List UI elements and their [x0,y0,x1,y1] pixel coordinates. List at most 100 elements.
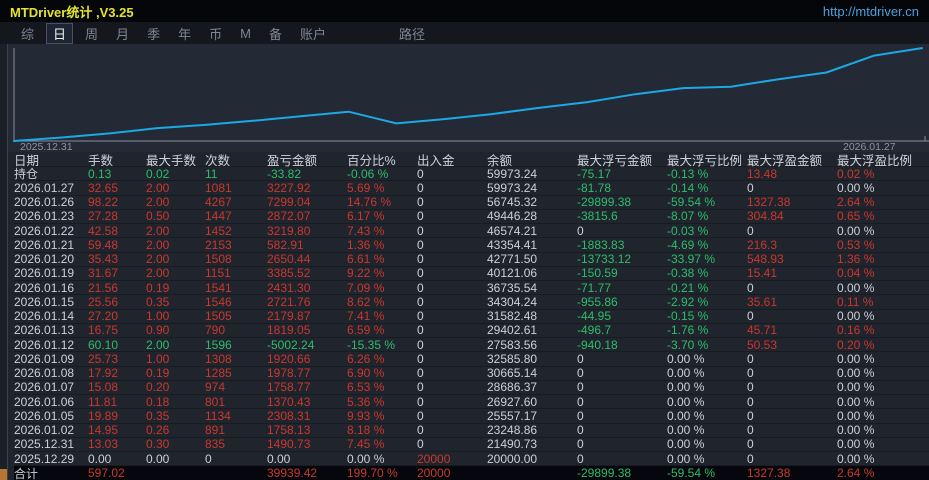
left-scrollbar-track[interactable] [0,44,8,480]
cell: 0.19 [146,366,170,381]
cell: 2026.01.09 [14,351,75,366]
cell: 28686.37 [487,380,538,395]
table-row-2026.01.07[interactable]: 2026.01.07 15.08 0.20 974 1758.77 6.53 % 0 2868… [14,380,929,395]
table-row-合计[interactable]: 合计 597.02 39939.42 199.70 % 20000 -29899.38 -5… [14,466,929,480]
cell: 0 [417,237,424,252]
table-row-持仓[interactable]: 持仓 0.13 0.02 11 -33.82 -0.06 % 0 59973.24 -75.17… [14,166,929,182]
cell: 0.00 % [837,437,875,452]
table-row-2026.01.22[interactable]: 2026.01.22 42.58 2.00 1452 3219.80 7.43 % 0 465… [14,223,929,239]
cell: 20000 [417,451,451,466]
cell: -15.35 % [347,337,396,352]
cell: 2153 [205,237,232,252]
cell: 20000.00 [487,451,538,466]
cell: -3815.6 [577,209,618,224]
cell: 1596 [205,337,232,352]
table-row-2026.01.26[interactable]: 2026.01.26 98.22 2.00 4267 7299.04 14.76 % 0 56… [14,195,929,210]
cell: 2026.01.12 [14,337,75,352]
table-row-2026.01.19[interactable]: 2026.01.19 31.67 2.00 1151 3385.52 9.22 % 0 401… [14,266,929,281]
table-row-2026.01.27[interactable]: 2026.01.27 32.65 2.00 1081 3227.92 5.69 % 0 599… [14,180,929,196]
cell: 1327.38 [747,195,791,210]
cell: 0.00 % [837,309,875,324]
cell: 3219.80 [267,223,311,238]
menu-item-账户[interactable]: 账户 [291,23,335,44]
cell: 2308.31 [267,408,311,423]
cell: 60.10 [88,337,119,352]
table-row-2026.01.09[interactable]: 2026.01.09 25.73 1.00 1308 1920.66 6.26 % 0 325… [14,351,929,367]
cell: 0.11 % [837,294,874,309]
menu-item-季[interactable]: 季 [138,23,169,44]
cell: 0.19 [146,280,170,295]
cell: 2026.01.13 [14,323,75,338]
cell: 891 [205,423,226,438]
table-row-2025.12.31[interactable]: 2025.12.31 13.03 0.30 835 1490.73 7.45 % 0 2149… [14,437,929,452]
cell: 2650.44 [267,252,311,267]
cell: 0 [577,223,584,238]
menu-item-年[interactable]: 年 [169,23,200,44]
cell: 0.00 % [667,366,705,381]
cell: 0.02 [146,166,170,181]
cell: 1285 [205,366,232,381]
cell: 0.00 % [667,380,705,395]
cell: 59973.24 [487,166,538,181]
cell: 20000 [417,466,451,480]
cell: 0 [417,437,424,452]
cell: 0.00 [146,451,170,466]
cell: 3227.92 [267,180,311,195]
cell: 0 [417,394,424,409]
cell: 40121.06 [487,266,538,281]
site-url-link[interactable]: http://mtdriver.cn [823,4,919,19]
menu-item-备[interactable]: 备 [260,23,291,44]
balance-chart: 2025.12.31 2026.01.27 [0,44,929,153]
cell: 974 [205,380,226,395]
cell: 42771.50 [487,252,538,267]
table-row-2026.01.16[interactable]: 2026.01.16 21.56 0.19 1541 2431.30 7.09 % 0 367… [14,280,929,296]
table-row-2026.01.14[interactable]: 2026.01.14 27.20 1.00 1505 2179.87 7.41 % 0 315… [14,309,929,324]
cell: -150.59 [577,266,618,281]
table-row-2026.01.06[interactable]: 2026.01.06 11.81 0.18 801 1370.43 5.36 % 0 2692… [14,394,929,410]
cell: 1452 [205,223,232,238]
menu-item-周[interactable]: 周 [76,23,107,44]
menu-item-综[interactable]: 综 [12,23,43,44]
menu-item-币[interactable]: 币 [200,23,231,44]
cell: 0.65 % [837,209,875,224]
cell: 17.92 [88,366,119,381]
menu-item-月[interactable]: 月 [107,23,138,44]
table-row-2026.01.15[interactable]: 2026.01.15 25.56 0.35 1546 2721.76 8.62 % 0 343… [14,294,929,310]
cell: 2026.01.21 [14,237,75,252]
cell: -0.13 % [667,166,709,181]
cell: 1541 [205,280,232,295]
table-row-2025.12.29[interactable]: 2025.12.29 0.00 0.00 0 0.00 0.00 % 20000 20000.… [14,451,929,467]
cell: 2026.01.20 [14,252,75,267]
cell: 2026.01.27 [14,180,75,195]
cell: 2025.12.29 [14,451,75,466]
table-row-2026.01.20[interactable]: 2026.01.20 35.43 2.00 1508 2650.44 6.61 % 0 427… [14,252,929,267]
table-row-2026.01.05[interactable]: 2026.01.05 19.89 0.35 1134 2308.31 9.93 % 0 255… [14,408,929,424]
table-row-2026.01.12[interactable]: 2026.01.12 60.10 2.00 1596 -5002.24 -15.35 % 0… [14,337,929,353]
cell: 7299.04 [267,195,311,210]
scrollbar-thumb[interactable] [0,469,7,480]
cell: -0.21 % [667,280,709,295]
cell: 0.00 % [837,351,875,366]
cell: 15.41 [747,266,778,281]
cell: 1505 [205,309,232,324]
cell: 2721.76 [267,294,311,309]
table-row-2026.01.02[interactable]: 2026.01.02 14.95 0.26 891 1758.13 8.18 % 0 2324… [14,423,929,438]
table-row-2026.01.13[interactable]: 2026.01.13 16.75 0.90 790 1819.05 6.59 % 0 2940… [14,323,929,338]
cell: 0 [417,266,424,281]
menu-item-M[interactable]: M [231,25,260,42]
cell: 0.35 [146,408,170,423]
menu-item-路径[interactable]: 路径 [390,23,434,44]
menu-item-日[interactable]: 日 [46,22,74,44]
table-row-2026.01.08[interactable]: 2026.01.08 17.92 0.19 1285 1978.77 6.90 % 0 306… [14,366,929,381]
cell: 14.76 % [347,195,392,210]
cell: 59.48 [88,237,119,252]
table-row-2026.01.21[interactable]: 2026.01.21 59.48 2.00 2153 582.91 1.36 % 0 4335… [14,237,929,253]
cell: -955.86 [577,294,618,309]
table-body: 持仓 0.13 0.02 11 -33.82 -0.06 % 0 59973.24 -75.17… [14,167,929,480]
cell: 1978.77 [267,366,311,381]
table-row-2026.01.23[interactable]: 2026.01.23 27.28 0.50 1447 2872.07 6.17 % 0 494… [14,209,929,224]
cell: 0 [747,437,754,452]
cell: 2.64 % [837,466,875,480]
cell: 2026.01.06 [14,394,75,409]
cell: 0.18 [146,394,170,409]
